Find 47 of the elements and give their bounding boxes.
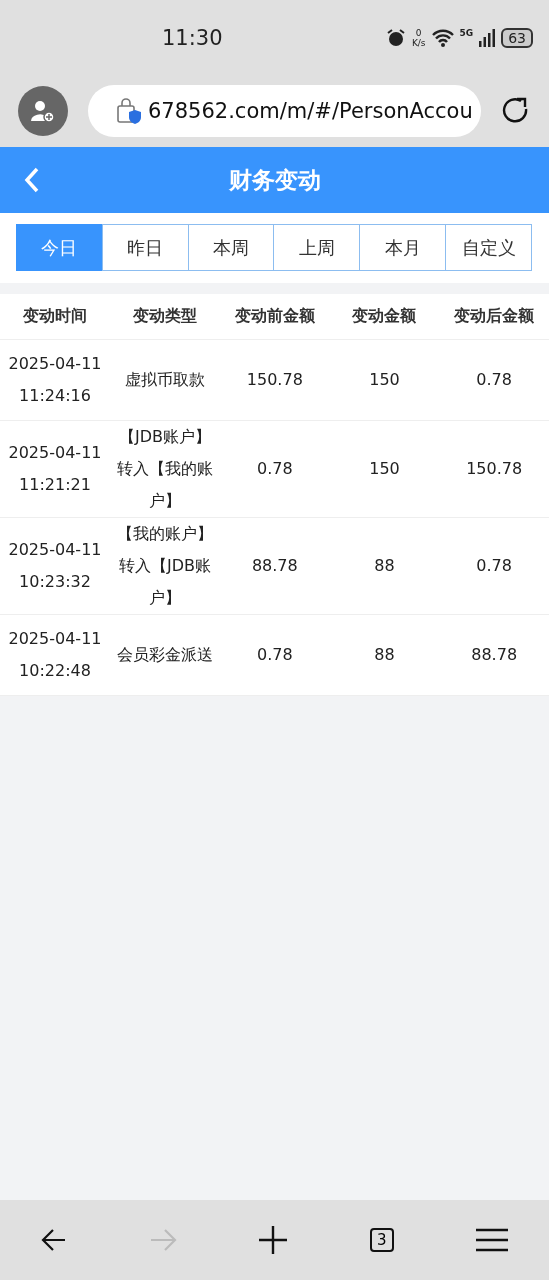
net-speed: 0 — [415, 27, 422, 38]
table-cell: 2025-04-11 11:24:16 — [0, 339, 110, 421]
table-cell: 【JDB账户】转入【我的账户】 — [110, 420, 220, 518]
table-cell: 88 — [329, 614, 440, 696]
table-cell: 2025-04-11 10:23:32 — [0, 517, 110, 615]
column-header: 变动金额 — [329, 294, 440, 340]
back-icon[interactable] — [24, 167, 40, 193]
table-cell: 150 — [329, 339, 440, 421]
table-cell: 0.78 — [439, 339, 549, 421]
alarm-clock-icon — [385, 27, 406, 48]
net-speed-unit: K/s — [411, 37, 426, 48]
table-cell: 88 — [329, 517, 440, 615]
page-title: 财务变动 — [228, 166, 321, 193]
back-arrow-icon[interactable] — [41, 1228, 68, 1252]
address-bar[interactable]: 678562.com/m/#/PersonAccou — [88, 85, 481, 137]
table-cell: 0.78 — [439, 517, 549, 615]
status-time: 11:30 — [162, 25, 223, 50]
column-header: 变动后金额 — [439, 294, 549, 340]
table-cell: 150 — [329, 420, 440, 518]
network-type: 5G — [459, 27, 474, 38]
table-cell: 88.78 — [439, 614, 549, 696]
column-header: 变动类型 — [110, 294, 220, 340]
lock-shield-icon — [116, 97, 142, 125]
column-header: 变动前金额 — [220, 294, 330, 340]
signal-icon — [479, 28, 496, 47]
battery-level: 63 — [501, 27, 533, 48]
date-tab[interactable]: 本月 — [359, 224, 447, 271]
table-cell: 150.78 — [220, 339, 330, 421]
date-tab[interactable]: 昨日 — [101, 224, 189, 271]
plus-icon[interactable] — [259, 1226, 288, 1254]
table-cell: 会员彩金派送 — [110, 614, 220, 696]
table-cell: 2025-04-11 10:22:48 — [0, 614, 110, 696]
table-cell: 【我的账户】转入【JDB账户】 — [110, 517, 220, 615]
table-cell: 0.78 — [220, 614, 330, 696]
table-cell: 2025-04-11 11:21:21 — [0, 420, 110, 518]
wifi-icon — [431, 28, 454, 47]
table-cell: 88.78 — [220, 517, 330, 615]
column-header: 变动时间 — [0, 294, 110, 340]
table-cell: 0.78 — [220, 420, 330, 518]
tab-count[interactable]: 3 — [369, 1228, 394, 1252]
table-cell: 150.78 — [439, 420, 549, 518]
profile-add-icon[interactable] — [18, 86, 68, 136]
menu-icon[interactable] — [475, 1228, 508, 1252]
date-tab[interactable]: 本周 — [187, 224, 275, 271]
date-tab[interactable]: 自定义 — [445, 224, 532, 271]
table-cell: 虚拟币取款 — [110, 339, 220, 421]
date-tab[interactable]: 上周 — [273, 224, 361, 271]
